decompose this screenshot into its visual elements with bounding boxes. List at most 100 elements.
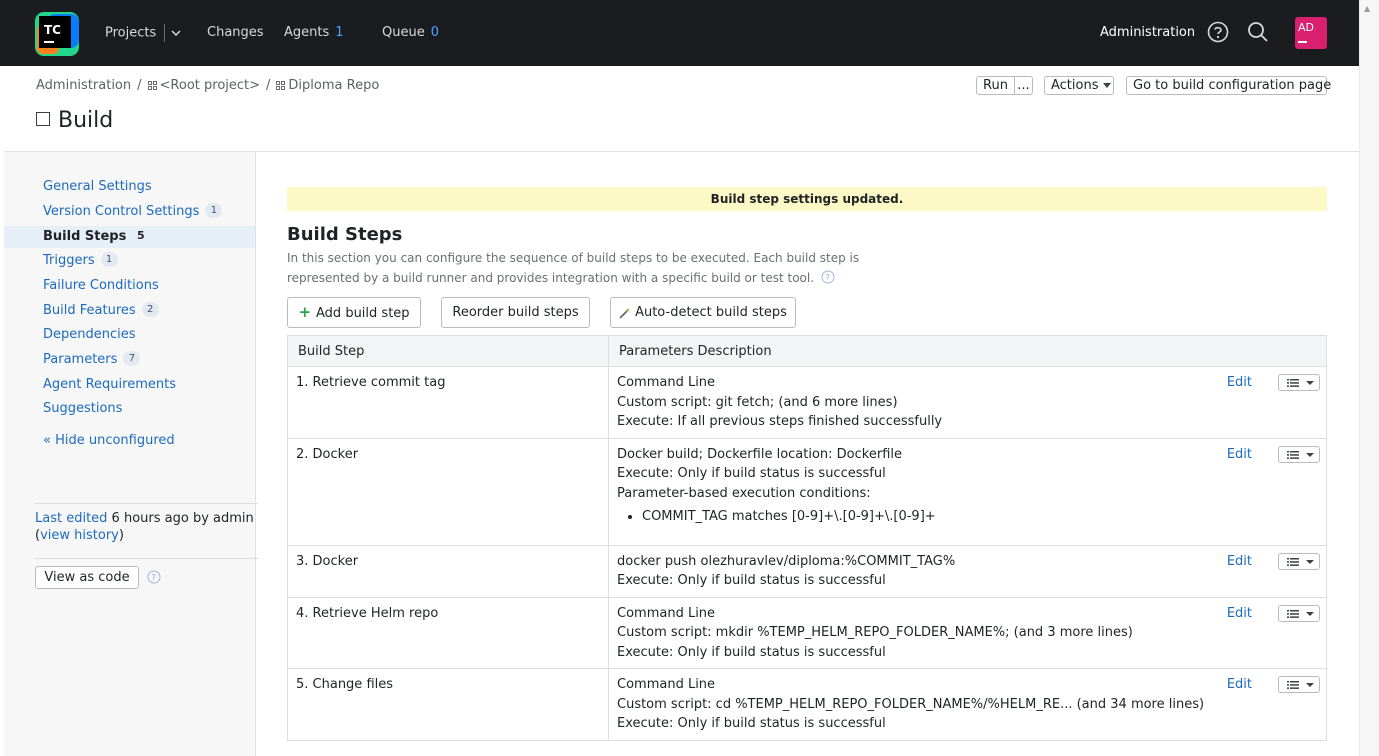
- step-params-cell: Docker build; Dockerfile location: Docke…: [608, 437, 1327, 546]
- nav-changes[interactable]: Changes: [207, 24, 264, 41]
- step-params-cell: Command Line Custom script: cd %TEMP_HEL…: [608, 668, 1327, 741]
- edit-step-link[interactable]: Edit: [1227, 675, 1252, 695]
- nav-queue[interactable]: Queue 0: [382, 24, 439, 41]
- paren-close: ): [118, 528, 124, 543]
- sidebar-item-parameters[interactable]: Parameters 7: [43, 349, 141, 371]
- step-name[interactable]: 3. Docker: [296, 553, 358, 569]
- step-menu-button[interactable]: [1278, 445, 1320, 463]
- step-menu-button[interactable]: [1278, 552, 1320, 570]
- actions-label: Actions: [1051, 78, 1099, 93]
- nav-separator: [164, 24, 166, 42]
- help-icon[interactable]: ?: [147, 570, 161, 584]
- sidebar-item-suggestions[interactable]: Suggestions: [43, 398, 122, 420]
- step-name[interactable]: 4. Retrieve Helm repo: [296, 605, 438, 621]
- breadcrumb-administration[interactable]: Administration: [36, 78, 131, 93]
- sidebar-item-dependencies[interactable]: Dependencies: [43, 324, 136, 346]
- run-options-button[interactable]: ...: [1015, 77, 1032, 94]
- table-row[interactable]: 2. Docker Docker build; Dockerfile locat…: [287, 437, 1327, 546]
- step-name[interactable]: 2. Docker: [296, 446, 358, 462]
- nav-queue-label: Queue: [382, 25, 425, 40]
- step-menu-button[interactable]: [1278, 676, 1320, 693]
- sidebar-item-build-features[interactable]: Build Features 2: [43, 300, 159, 322]
- page-title: Build: [36, 108, 113, 133]
- agents-count: 1: [335, 25, 344, 40]
- sidebar-item-count: 7: [123, 351, 141, 366]
- add-build-step-button[interactable]: + Add build step: [287, 297, 421, 328]
- param-line: Execute: Only if build status is success…: [617, 573, 886, 588]
- sidebar-item-build-steps[interactable]: Build Steps 5: [4, 226, 255, 248]
- execution-conditions-list: COMMIT_TAG matches [0-9]+\.[0-9]+\.[0-9]…: [642, 507, 1318, 527]
- step-name-cell[interactable]: 3. Docker: [287, 544, 609, 598]
- param-line: Execute: Only if build status is success…: [617, 466, 886, 481]
- search-icon[interactable]: [1247, 21, 1269, 43]
- menu-lines-icon: [1287, 681, 1299, 689]
- menu-lines-icon: [1287, 379, 1299, 387]
- section-title: Build Steps: [287, 224, 403, 245]
- sidebar-divider: [35, 558, 258, 559]
- edit-step-link[interactable]: Edit: [1227, 604, 1252, 624]
- sidebar-item-agent-requirements[interactable]: Agent Requirements: [43, 374, 176, 396]
- reorder-build-steps-button[interactable]: Reorder build steps: [441, 297, 590, 328]
- view-history-link[interactable]: view history: [40, 528, 119, 543]
- page-scrollbar[interactable]: [1359, 0, 1379, 756]
- edit-step-link[interactable]: Edit: [1227, 373, 1252, 393]
- view-as-code-button[interactable]: View as code: [35, 566, 139, 589]
- actions-button[interactable]: Actions: [1044, 76, 1114, 95]
- sidebar-item-label: General Settings: [43, 179, 152, 194]
- step-name-cell[interactable]: 4. Retrieve Helm repo: [287, 596, 609, 669]
- help-icon[interactable]: [1207, 21, 1229, 43]
- scroll-up-arrow-icon[interactable]: ▲: [1364, 4, 1370, 13]
- sidebar-item-vcs-settings[interactable]: Version Control Settings 1: [43, 201, 223, 223]
- step-name-cell[interactable]: 5. Change files: [287, 668, 609, 741]
- nav-agents[interactable]: Agents 1: [284, 24, 344, 41]
- magic-wand-icon: [619, 307, 631, 319]
- table-row[interactable]: 1. Retrieve commit tag Command Line Cust…: [287, 366, 1327, 439]
- notice-banner: Build step settings updated.: [287, 187, 1327, 211]
- table-row[interactable]: 5. Change files Command Line Custom scri…: [287, 668, 1327, 741]
- project-icon: [276, 81, 286, 90]
- teamcity-logo[interactable]: TC: [33, 10, 81, 58]
- breadcrumb-root-project[interactable]: <Root project>: [160, 78, 261, 93]
- param-line: Execute: Only if build status is success…: [617, 716, 886, 731]
- last-edited-link[interactable]: Last edited: [35, 511, 107, 526]
- help-icon[interactable]: ?: [821, 270, 835, 284]
- run-button[interactable]: Run...: [976, 76, 1033, 95]
- column-header-build-step: Build Step: [287, 335, 609, 367]
- auto-detect-build-steps-button[interactable]: Auto-detect build steps: [610, 297, 796, 328]
- list-item: COMMIT_TAG matches [0-9]+\.[0-9]+\.[0-9]…: [642, 507, 1318, 527]
- sidebar-item-count: 1: [100, 252, 118, 267]
- edit-step-link[interactable]: Edit: [1227, 552, 1252, 572]
- table-row[interactable]: 3. Docker docker push olezhuravlev/diplo…: [287, 544, 1327, 598]
- step-menu-button[interactable]: [1278, 604, 1320, 622]
- param-line: docker push olezhuravlev/diploma:%COMMIT…: [617, 553, 956, 569]
- avatar[interactable]: AD: [1295, 17, 1327, 49]
- nav-projects-label: Projects: [105, 25, 157, 41]
- section-description-text: In this section you can configure the se…: [287, 251, 860, 285]
- param-line: Command Line: [617, 677, 716, 692]
- hide-unconfigured-link[interactable]: « Hide unconfigured: [43, 430, 175, 452]
- step-name-cell[interactable]: 2. Docker: [287, 437, 609, 546]
- sidebar-item-triggers[interactable]: Triggers 1: [43, 250, 118, 272]
- table-row[interactable]: 4. Retrieve Helm repo Command Line Custo…: [287, 596, 1327, 669]
- caret-down-icon: [1306, 683, 1314, 687]
- administration-link[interactable]: Administration: [1100, 24, 1195, 41]
- param-line: Execute: Only if build status is success…: [617, 644, 886, 660]
- nav-projects[interactable]: Projects: [105, 24, 181, 42]
- step-name[interactable]: 1. Retrieve commit tag: [296, 374, 445, 390]
- nav-changes-label: Changes: [207, 25, 264, 40]
- step-menu-button[interactable]: [1278, 374, 1320, 391]
- sidebar-item-general-settings[interactable]: General Settings: [43, 176, 152, 198]
- edit-step-link[interactable]: Edit: [1227, 445, 1252, 465]
- settings-sidebar: General Settings Version Control Setting…: [4, 152, 258, 756]
- breadcrumb-diploma-repo[interactable]: Diploma Repo: [288, 78, 379, 93]
- go-to-build-config-button[interactable]: Go to build configuration page: [1126, 76, 1331, 95]
- sidebar-item-failure-conditions[interactable]: Failure Conditions: [43, 275, 159, 297]
- step-name-cell[interactable]: 1. Retrieve commit tag: [287, 366, 609, 439]
- step-name[interactable]: 5. Change files: [296, 676, 393, 692]
- chevron-down-icon[interactable]: [171, 29, 181, 37]
- caret-down-icon: [1306, 381, 1314, 385]
- column-header-parameters: Parameters Description: [608, 335, 1327, 367]
- last-edited-text: 6 hours ago by admin: [107, 511, 254, 526]
- param-line: Custom script: cd %TEMP_HELM_REPO_FOLDER…: [617, 696, 1205, 712]
- run-label[interactable]: Run: [977, 77, 1015, 94]
